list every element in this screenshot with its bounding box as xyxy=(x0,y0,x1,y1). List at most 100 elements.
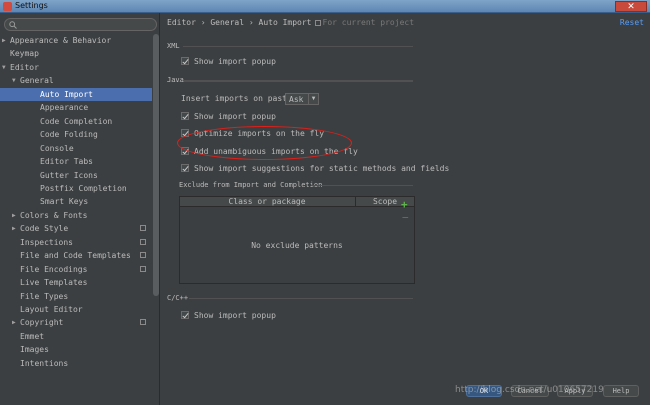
sidebar-item[interactable]: Auto Import xyxy=(0,87,152,101)
sidebar-item[interactable]: ▼ Editor xyxy=(0,61,152,74)
window-title: Settings xyxy=(15,1,48,10)
sidebar-item[interactable]: Images xyxy=(0,343,152,356)
chevron-down-icon[interactable]: ▼ xyxy=(12,74,16,87)
sidebar-item-label: Postfix Completion xyxy=(40,183,127,193)
section-title-xml: XML xyxy=(167,42,180,50)
chevron-down-icon[interactable]: ▼ xyxy=(2,61,6,74)
sidebar-item[interactable]: Keymap xyxy=(0,47,152,60)
close-button[interactable]: ✕ xyxy=(615,1,647,12)
sidebar-item-label: Console xyxy=(40,143,74,153)
window-titlebar: Settings ✕ xyxy=(0,0,650,13)
sidebar-item[interactable]: File and Code Templates xyxy=(0,249,152,262)
sidebar-item-label: Smart Keys xyxy=(40,197,89,207)
help-button[interactable]: Help xyxy=(603,385,639,397)
breadcrumb: Editor › General › Auto Import For curren… xyxy=(167,18,414,27)
sidebar-item-label: Inspections xyxy=(20,237,73,247)
insert-imports-text: Insert imports on paste: xyxy=(181,94,297,103)
sidebar-item-label: Appearance xyxy=(40,103,89,113)
project-note: For current project xyxy=(322,18,415,27)
sidebar-item[interactable]: File Encodings xyxy=(0,263,152,276)
chevron-down-icon: ▼ xyxy=(308,94,318,104)
exclude-title: Exclude from Import and Completion xyxy=(179,181,323,189)
sidebar-item-label: Colors & Fonts xyxy=(20,210,88,220)
sidebar-item-label: General xyxy=(20,76,54,86)
sidebar-item[interactable]: ▼ General xyxy=(0,74,152,87)
sidebar-item[interactable]: Layout Editor xyxy=(0,303,152,316)
sidebar-item[interactable]: ▶ Code Style xyxy=(0,222,152,235)
search-icon xyxy=(9,21,17,29)
sidebar-item[interactable]: File Types xyxy=(0,290,152,303)
project-icon xyxy=(140,319,146,326)
project-icon xyxy=(314,20,321,26)
project-icon xyxy=(140,238,146,245)
checkbox-label: Show import popup xyxy=(194,57,276,66)
sidebar-item-label: Appearance & Behavior xyxy=(10,36,112,45)
highlight-ellipse xyxy=(177,126,352,160)
sidebar-item-label: File and Code Templates xyxy=(20,251,131,261)
sidebar-scrollbar[interactable] xyxy=(153,34,159,296)
settings-search-input[interactable] xyxy=(4,18,157,31)
sidebar-item-label: Live Templates xyxy=(20,278,88,288)
sidebar-item-label: Copyright xyxy=(20,318,64,328)
checkbox-checked-icon xyxy=(181,164,189,172)
sidebar-item[interactable]: Emmet xyxy=(0,330,152,343)
sidebar-item[interactable]: Postfix Completion xyxy=(0,182,152,195)
sidebar-item[interactable]: Editor Tabs xyxy=(0,155,152,168)
project-icon xyxy=(140,225,146,232)
breadcrumb-path: Editor › General › Auto Import xyxy=(167,18,312,27)
section-divider xyxy=(167,81,413,82)
watermark: http://blog.csdn.net/u010657219 xyxy=(455,385,604,395)
sidebar-item-label: Images xyxy=(20,345,49,355)
sidebar-item-label: Gutter Icons xyxy=(40,170,98,180)
sidebar-item-label: Keymap xyxy=(10,49,39,59)
app-icon xyxy=(3,2,12,11)
settings-sidebar: ▶ Appearance & Behavior Keymap ▼ Editor ▼ Gene… xyxy=(0,13,160,405)
exclude-table[interactable]: Class or package Scope No exclude patter… xyxy=(179,196,415,284)
section-title-cpp: C/C++ xyxy=(167,294,189,302)
chevron-right-icon[interactable]: ▶ xyxy=(2,34,6,47)
column-header-class[interactable]: Class or package xyxy=(180,197,354,207)
sidebar-item-label: Intentions xyxy=(20,358,69,368)
sidebar-item[interactable]: Inspections xyxy=(0,236,152,249)
sidebar-item-label: Editor xyxy=(10,62,39,72)
empty-table-message: No exclude patterns xyxy=(251,241,343,250)
add-icon[interactable]: + xyxy=(401,198,408,211)
chevron-right-icon[interactable]: ▶ xyxy=(12,209,16,222)
checkbox-checked-icon xyxy=(181,57,189,65)
sidebar-item[interactable]: Live Templates xyxy=(0,276,152,289)
reset-link[interactable]: Reset xyxy=(620,18,644,27)
sidebar-item[interactable]: Code Completion xyxy=(0,115,152,128)
insert-imports-select[interactable]: Ask ▼ xyxy=(285,93,319,105)
sidebar-item[interactable]: ▶ Appearance & Behavior xyxy=(0,34,152,47)
sidebar-item-label: Code Completion xyxy=(40,116,113,126)
sidebar-item[interactable]: Appearance xyxy=(0,101,152,114)
sidebar-item-label: Code Folding xyxy=(40,130,98,140)
sidebar-item-label: Code Style xyxy=(20,224,69,234)
section-title-java: Java xyxy=(167,76,184,84)
sidebar-item-label: File Encodings xyxy=(20,264,88,274)
checkbox-checked-icon xyxy=(181,311,189,319)
section-divider xyxy=(311,185,413,186)
section-divider xyxy=(189,298,413,299)
remove-icon[interactable]: − xyxy=(402,211,409,224)
sidebar-item-label: File Types xyxy=(20,291,69,301)
sidebar-item[interactable]: Intentions xyxy=(0,357,152,370)
sidebar-item-label: Editor Tabs xyxy=(40,157,93,167)
section-divider xyxy=(183,46,413,47)
checkbox-label: Show import suggestions for static metho… xyxy=(194,164,450,173)
project-icon xyxy=(140,252,146,259)
sidebar-item-label: Auto Import xyxy=(40,89,93,99)
checkbox-label: Show import popup xyxy=(194,112,276,121)
checkbox-checked-icon xyxy=(181,112,189,120)
sidebar-item[interactable]: Console xyxy=(0,142,152,155)
sidebar-item[interactable]: ▶ Copyright xyxy=(0,316,152,329)
sidebar-item[interactable]: ▶ Colors & Fonts xyxy=(0,209,152,222)
insert-imports-label: Insert imports on paste: xyxy=(181,93,297,104)
checkbox-label: Show import popup xyxy=(194,311,276,320)
auto-import-panel: Editor › General › Auto Import For curren… xyxy=(161,13,650,405)
sidebar-item[interactable]: Gutter Icons xyxy=(0,169,152,182)
chevron-right-icon[interactable]: ▶ xyxy=(12,222,16,235)
chevron-right-icon[interactable]: ▶ xyxy=(12,316,16,329)
sidebar-item[interactable]: Code Folding xyxy=(0,128,152,141)
sidebar-item[interactable]: Smart Keys xyxy=(0,195,152,208)
